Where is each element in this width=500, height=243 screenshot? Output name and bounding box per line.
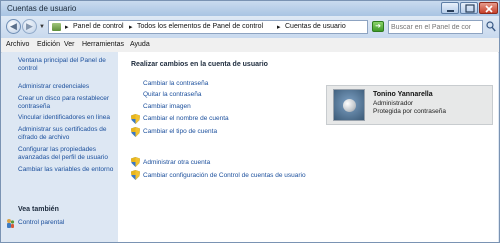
user-role: Administrador (373, 100, 414, 107)
back-arrow-icon: ◀ (10, 21, 17, 31)
page-title: Realizar cambios en la cuenta de usuario (131, 61, 268, 68)
minimize-button[interactable] (441, 2, 459, 14)
title-bar[interactable]: Cuentas de usuario (1, 1, 499, 16)
breadcrumb-separator-icon[interactable]: ▸ (277, 23, 281, 31)
menu-bar: Archivo Edición Ver Herramientas Ayuda (1, 38, 499, 53)
breadcrumb-separator-icon[interactable]: ▸ (129, 23, 133, 31)
task-quitar-contrasena[interactable]: Quitar la contraseña (143, 91, 202, 99)
sidebar-link-control-parental[interactable]: Control parental (18, 219, 64, 227)
see-also-heading: Vea también (18, 206, 59, 213)
user-protection-status: Protegida por contraseña (373, 108, 446, 115)
refresh-go-button[interactable]: ➜ (372, 21, 384, 32)
sidebar-link-identificadores[interactable]: Vincular identificadores en línea (18, 114, 110, 122)
uac-shield-icon (131, 114, 140, 124)
sidebar-link-perfil-avanzado[interactable]: Configurar las propiedades avanzadas del… (18, 146, 108, 162)
forward-button[interactable]: ▶ (22, 19, 37, 34)
address-bar[interactable]: ▸ Panel de control ▸ Todos los elementos… (48, 20, 368, 34)
task-administrar-otra-cuenta[interactable]: Administrar otra cuenta (143, 159, 210, 167)
uac-shield-icon (131, 170, 140, 180)
sidebar-link-variables-entorno[interactable]: Cambiar las variables de entorno (18, 166, 113, 174)
menu-edicion[interactable]: Edición (37, 41, 60, 48)
parental-control-icon (7, 219, 15, 228)
main-content: Realizar cambios en la cuenta de usuario… (118, 52, 498, 242)
sidebar-link-credenciales[interactable]: Administrar credenciales (18, 83, 89, 91)
control-panel-folder-icon (52, 23, 61, 31)
search-icon[interactable] (486, 21, 496, 32)
user-picture-icon (343, 99, 356, 112)
recent-pages-chevron-icon[interactable]: ▼ (39, 24, 45, 30)
avatar (333, 89, 365, 121)
task-cambiar-imagen[interactable]: Cambiar imagen (143, 103, 191, 111)
task-configuracion-uac[interactable]: Cambiar configuración de Control de cuen… (143, 172, 306, 180)
menu-archivo[interactable]: Archivo (6, 41, 29, 48)
breadcrumb-todos-los-elementos[interactable]: Todos los elementos de Panel de control (137, 23, 263, 30)
sidebar-link-disco-restablecer[interactable]: Crear un disco para restablecer contrase… (18, 95, 109, 111)
sidebar-link-certificados[interactable]: Administrar sus certificados de cifrado … (18, 126, 107, 142)
navigation-bar: ◀ ▶ ▼ ▸ Panel de control ▸ Todos los ele… (1, 16, 499, 38)
uac-shield-icon (131, 157, 140, 167)
breadcrumb-cuentas-de-usuario[interactable]: Cuentas de usuario (285, 23, 346, 30)
window-title: Cuentas de usuario (7, 4, 77, 13)
uac-shield-icon (131, 127, 140, 137)
search-input[interactable] (389, 21, 471, 33)
back-button[interactable]: ◀ (6, 19, 21, 34)
control-panel-window: Cuentas de usuario ◀ ▶ ▼ ▸ Panel de cont… (0, 0, 500, 243)
maximize-icon (465, 4, 475, 13)
breadcrumb-panel-de-control[interactable]: Panel de control (73, 23, 124, 30)
task-cambiar-contrasena[interactable]: Cambiar la contraseña (143, 80, 208, 88)
user-name: Tonino Yannarella (373, 91, 433, 98)
user-account-card: Tonino Yannarella Administrador Protegid… (326, 85, 493, 125)
close-button[interactable] (479, 2, 498, 14)
task-cambiar-tipo[interactable]: Cambiar el tipo de cuenta (143, 128, 217, 136)
search-box[interactable] (388, 20, 483, 34)
close-icon (485, 5, 493, 13)
minimize-icon (447, 10, 454, 12)
go-arrow-icon: ➜ (375, 23, 381, 30)
menu-herramientas[interactable]: Herramientas (82, 41, 124, 48)
task-sidebar: Ventana principal del Panel de control A… (2, 52, 118, 242)
forward-arrow-icon: ▶ (26, 21, 33, 31)
menu-ver[interactable]: Ver (64, 41, 75, 48)
task-cambiar-nombre[interactable]: Cambiar el nombre de cuenta (143, 115, 229, 123)
sidebar-link-panel-principal[interactable]: Ventana principal del Panel de control (18, 57, 106, 73)
breadcrumb-separator-icon[interactable]: ▸ (65, 23, 69, 31)
menu-ayuda[interactable]: Ayuda (130, 41, 150, 48)
maximize-button[interactable] (460, 2, 478, 14)
